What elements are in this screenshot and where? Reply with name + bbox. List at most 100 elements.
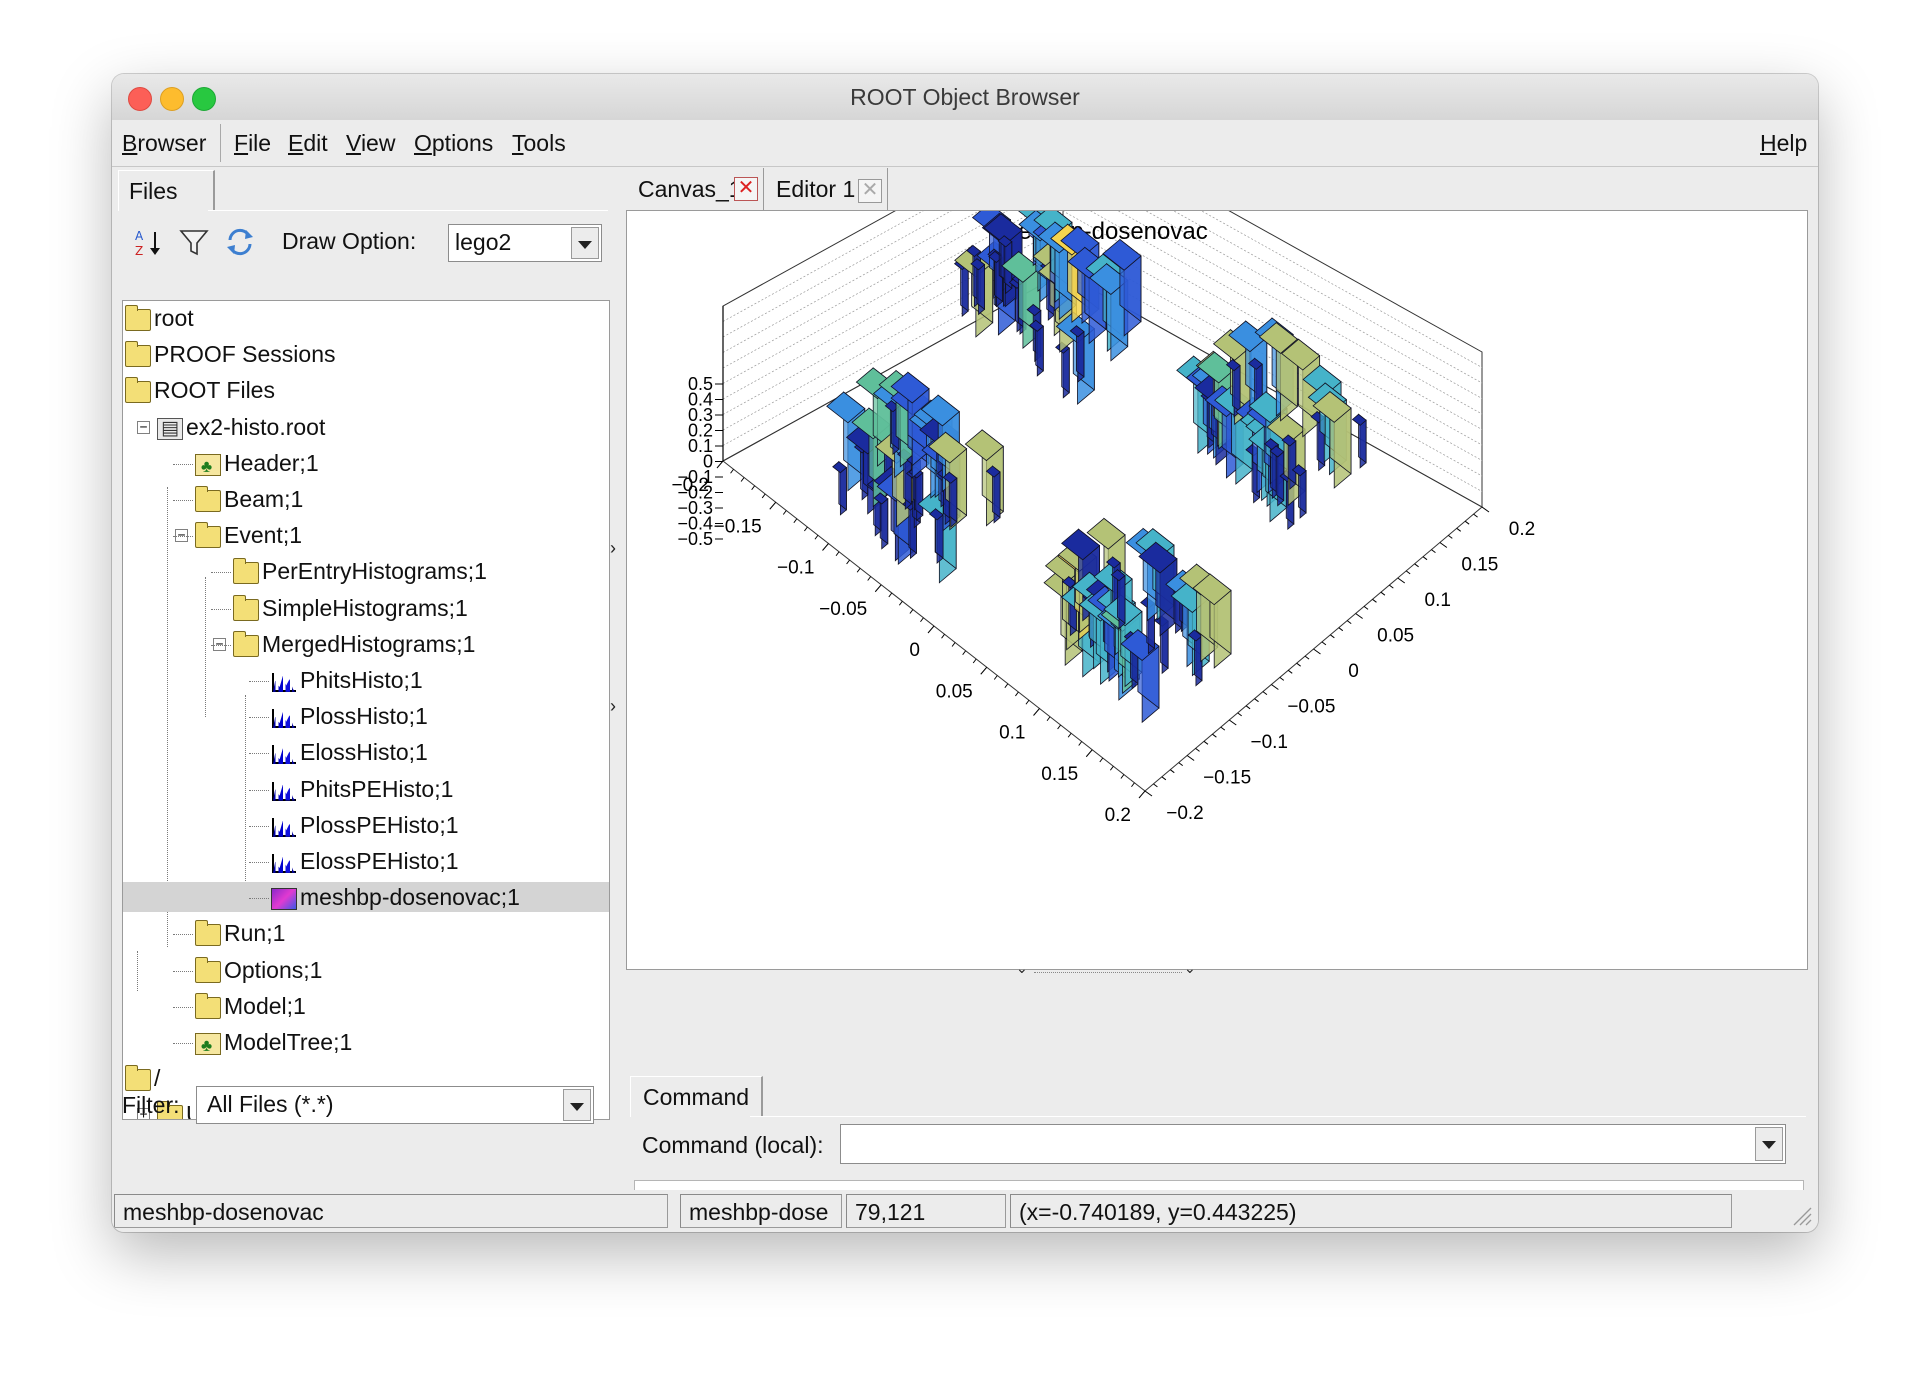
menu-tools[interactable]: Tools — [512, 130, 566, 157]
tree-item[interactable]: ROOT Files — [125, 375, 275, 405]
y-tick — [1186, 755, 1195, 761]
tab-files[interactable]: Files — [118, 170, 215, 211]
tree-item[interactable]: Event;1 — [195, 520, 302, 550]
menu-browser[interactable]: Browser — [122, 130, 206, 157]
tab-command[interactable]: Command — [630, 1076, 764, 1117]
menu-help[interactable]: Help — [1760, 130, 1807, 157]
x-tick — [716, 460, 724, 469]
tab-canvas-1[interactable]: Canvas_1 ✕ — [628, 168, 764, 210]
status-bar: meshbp-dosenovac meshbp-dose 79,121 (x=-… — [112, 1190, 1818, 1232]
y-minor-tick — [1321, 641, 1327, 646]
x-minor-tick — [993, 675, 998, 680]
close-icon[interactable]: ✕ — [734, 177, 758, 201]
tree-item[interactable]: PhitsPEHisto;1 — [271, 774, 453, 804]
x-minor-tick — [730, 468, 734, 474]
tree-item[interactable]: root — [125, 303, 194, 333]
tree-item[interactable]: PlossPEHisto;1 — [271, 810, 459, 840]
tree-item[interactable]: Beam;1 — [195, 484, 303, 514]
refresh-icon[interactable] — [224, 226, 256, 258]
filter-icon[interactable] — [178, 226, 210, 258]
tree-item-label: ex2-histo.root — [186, 413, 326, 440]
splitter-arrow-icon[interactable]: › — [610, 696, 616, 717]
y-minor-tick — [1169, 769, 1175, 774]
tree-item[interactable]: MergedHistograms;1 — [233, 629, 475, 659]
y-minor-tick — [1422, 556, 1428, 561]
menu-options[interactable]: Options — [414, 130, 493, 157]
resize-grip-icon[interactable] — [1790, 1204, 1812, 1226]
tree-connector — [167, 487, 168, 947]
y-tick-label: −0.2 — [1166, 803, 1204, 824]
tab-editor-1[interactable]: Editor 1 ✕ — [766, 168, 888, 210]
horizontal-splitter[interactable] — [1034, 972, 1182, 973]
folder-open-icon — [125, 377, 151, 404]
sort-az-icon[interactable]: A Z — [132, 226, 164, 258]
splitter-arrow-icon[interactable]: › — [610, 538, 616, 559]
y-minor-tick — [1153, 783, 1158, 788]
tree-item[interactable]: PROOF Sessions — [125, 339, 336, 369]
tree-item[interactable]: ElossHisto;1 — [271, 737, 428, 767]
x-minor-tick — [761, 493, 766, 499]
y-tick — [1481, 506, 1490, 513]
y-minor-tick — [1372, 598, 1377, 603]
y-minor-tick — [1279, 676, 1285, 681]
chevron-down-icon[interactable] — [571, 227, 599, 259]
draw-option-value: lego2 — [455, 229, 512, 255]
close-icon[interactable]: ✕ — [858, 179, 882, 203]
filter-value: All Files (*.*) — [207, 1091, 334, 1117]
y-minor-tick — [1431, 549, 1436, 554]
root-canvas[interactable]: meshbp-dosenovac −0.2 −0.15 −0.1 −0.05 0 0.05 0… — [626, 210, 1808, 970]
chevron-down-icon[interactable]: ⌄ — [1016, 960, 1028, 977]
tree-item[interactable]: Model;1 — [195, 991, 306, 1021]
minimize-window-button[interactable] — [160, 87, 184, 111]
histogram-3d-icon — [271, 888, 297, 911]
tab-line — [208, 210, 608, 211]
folder-icon — [233, 558, 259, 585]
tree-item[interactable]: Header;1 — [195, 448, 319, 482]
tree-item[interactable]: Run;1 — [195, 918, 285, 948]
menu-file[interactable]: File — [234, 130, 271, 157]
tree-item-label: PlossPEHisto;1 — [300, 811, 459, 838]
tree-item[interactable]: SimpleHistograms;1 — [233, 593, 468, 623]
svg-text:A: A — [135, 229, 144, 243]
command-input[interactable] — [840, 1124, 1786, 1164]
tab-canvas-1-label: Canvas_1 — [638, 176, 742, 202]
zoom-window-button[interactable] — [192, 87, 216, 111]
chevron-down-icon[interactable] — [563, 1089, 591, 1121]
y-tick-label: −0.15 — [1203, 768, 1251, 789]
x-minor-tick — [920, 617, 924, 623]
y-minor-tick — [1212, 733, 1217, 738]
tree-item[interactable]: ex2-histo.root — [157, 412, 326, 444]
tree-item[interactable]: ElossPEHisto;1 — [271, 846, 459, 876]
histogram-icon — [271, 743, 297, 765]
tree-item-label: MergedHistograms;1 — [262, 630, 476, 657]
chevron-down-icon[interactable] — [1755, 1127, 1783, 1161]
menu-edit[interactable]: Edit — [288, 130, 328, 157]
menu-view[interactable]: View — [346, 130, 395, 157]
tree-connector — [249, 681, 269, 682]
tree-connector — [249, 898, 269, 900]
chevron-down-icon[interactable]: ⌄ — [1184, 960, 1196, 977]
x-minor-tick — [867, 576, 872, 581]
tree-item[interactable]: meshbp-dosenovac;1 — [123, 882, 609, 913]
close-window-button[interactable] — [128, 87, 152, 111]
tree-item[interactable]: PlossHisto;1 — [271, 701, 428, 731]
draw-option-select[interactable]: lego2 — [448, 224, 602, 262]
x-minor-tick — [1025, 699, 1030, 705]
collapse-icon[interactable]: − — [137, 420, 150, 434]
tree-icon — [195, 1031, 221, 1061]
status-object: meshbp-dosenovac — [114, 1194, 668, 1228]
tree-connector — [249, 825, 269, 827]
filter-select[interactable]: All Files (*.*) — [196, 1086, 594, 1124]
tree-item[interactable]: / — [125, 1063, 160, 1093]
tree-item[interactable]: Options;1 — [195, 955, 322, 985]
histogram-icon — [271, 671, 297, 693]
folder-icon — [195, 920, 221, 947]
histogram-icon — [271, 707, 297, 729]
x-minor-tick — [941, 633, 945, 639]
x-tick-label: −0.15 — [714, 516, 762, 537]
x-tick-label: −0.05 — [819, 599, 867, 620]
tree-item[interactable]: ModelTree;1 — [195, 1027, 352, 1061]
file-tree[interactable]: root PROOF Sessions ROOT Files ex2-histo.ro… — [122, 300, 610, 1120]
tree-item[interactable]: PhitsHisto;1 — [271, 665, 423, 695]
tree-item[interactable]: PerEntryHistograms;1 — [233, 556, 487, 586]
